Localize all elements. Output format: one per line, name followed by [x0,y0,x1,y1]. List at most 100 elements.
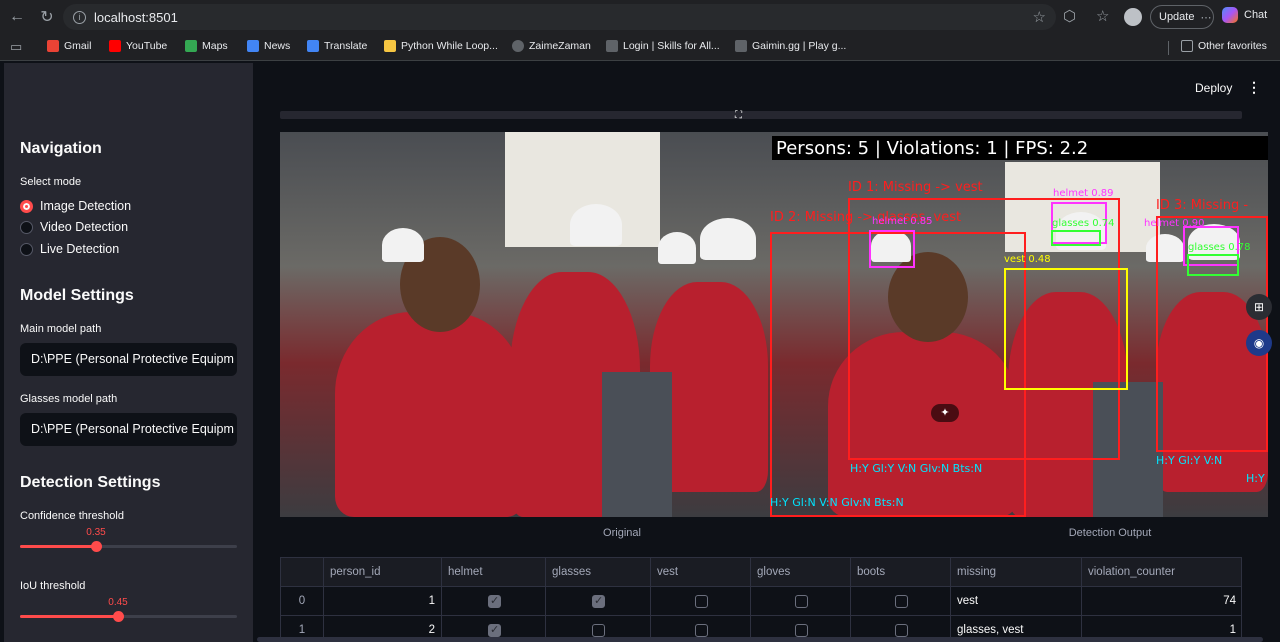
cell-vest[interactable] [651,587,751,616]
column-header-violation-counter[interactable]: violation_counter [1082,558,1241,587]
checkbox-unchecked [695,595,708,608]
iou-slider[interactable] [20,611,237,622]
column-header-boots[interactable]: boots [851,558,951,587]
detection-settings-heading: Detection Settings [20,474,161,491]
main-content: Deploy ⋮ ⛶ Persons: 5 | Violations: 1 | … [253,63,1280,642]
output-caption: Detection Output [1068,527,1152,539]
label-helmet1: helmet 0.89 [1053,188,1114,199]
deploy-button[interactable]: Deploy [1195,81,1232,95]
bookmark-translate[interactable]: Translate [307,40,367,52]
cell-glasses[interactable] [546,587,651,616]
gmail-icon [47,40,59,52]
flags-person-2: H:Y Gl:N V:N Glv:N Bts:N [770,496,904,509]
bookmark-zaimezaman[interactable]: ZaimeZaman [512,40,591,52]
checkbox-unchecked [795,624,808,637]
column-header-gloves[interactable]: gloves [751,558,851,587]
column-header-glasses[interactable]: glasses [546,558,651,587]
column-header-missing[interactable]: missing [951,558,1082,587]
bookmark-python[interactable]: Python While Loop... [384,40,498,52]
grid-icon[interactable]: ⊞ [1246,294,1272,320]
radio-live-detection[interactable]: Live Detection [20,242,119,256]
checkbox-checked [488,623,501,637]
bookmark-other-favorites[interactable]: Other favorites [1181,40,1267,52]
iou-slider-thumb[interactable] [113,611,124,622]
column-header-person-id[interactable]: person_id [324,558,442,587]
person-shape [335,312,525,517]
detection-output-image: Persons: 5 | Violations: 1 | FPS: 2.2 ID… [768,132,1268,517]
back-arrow-icon[interactable]: ← [6,6,28,28]
label-helmet2: helmet 0.90 [1144,218,1205,229]
label-glasses2: glasses 0.78 [1188,242,1251,253]
flags-person-1: H:Y Gl:Y V:N Glv:N Bts:N [850,462,983,475]
more-dots-icon: ⋯ [1200,11,1212,24]
horizontal-scrollbar[interactable] [257,637,1263,642]
confidence-threshold-label: Confidence threshold [20,510,124,522]
bookmark-skills[interactable]: Login | Skills for All... [606,40,720,52]
iou-value: 0.45 [108,597,128,608]
checkbox-unchecked [592,624,605,637]
site-info-icon[interactable]: i [73,10,86,24]
navigation-heading: Navigation [20,140,102,157]
cell-missing[interactable]: vest [951,587,1082,616]
collections-icon[interactable]: ▭ [10,39,22,55]
reload-icon[interactable]: ↻ [36,6,58,28]
translate-icon [307,40,319,52]
bookmark-star-icon[interactable]: ☆ [1033,8,1046,26]
monitor-shape [602,372,672,517]
radio-dot [20,220,33,234]
cell-person-id[interactable]: 1 [324,587,442,616]
cell-boots[interactable] [851,587,951,616]
confidence-value: 0.35 [86,527,106,538]
browser-toolbar: ← ↻ i localhost:8501 ☆ ⬡ ☆ Update ⋯ Chat [0,0,1280,34]
bookmarks-bar: ▭ Gmail YouTube Maps News Translate Pyth… [0,34,1280,61]
magic-wand-icon[interactable]: ✦ [931,404,959,422]
skills-icon [606,40,618,52]
folder-icon [1181,40,1193,52]
checkbox-checked [592,594,605,608]
news-icon [247,40,259,52]
original-image [280,132,768,517]
update-label: Update [1159,11,1195,23]
original-caption: Original [603,527,641,539]
bbox-glasses-1 [1051,230,1101,246]
checkbox-unchecked [895,595,908,608]
confidence-slider-thumb[interactable] [91,541,102,552]
copilot-logo-icon [1222,7,1238,23]
sidebar: Navigation Select mode Image Detection V… [4,63,253,642]
bookmark-gmail[interactable]: Gmail [47,40,91,52]
cell-helmet[interactable] [442,587,546,616]
update-button[interactable]: Update ⋯ [1150,5,1214,29]
column-header-vest[interactable]: vest [651,558,751,587]
confidence-slider-fill [20,545,96,548]
profile-avatar[interactable] [1124,8,1142,26]
bookmark-gaimin[interactable]: Gaimin.gg | Play g... [735,40,846,52]
bbox-vest-1 [1004,268,1128,390]
radio-video-detection[interactable]: Video Detection [20,220,128,234]
radio-image-detection[interactable]: Image Detection [20,199,131,213]
cell-gloves[interactable] [751,587,851,616]
bookmark-news[interactable]: News [247,40,290,52]
bookmarks-divider [1168,41,1169,55]
main-model-path-input[interactable]: D:\PPE (Personal Protective Equipm [20,343,237,376]
fullscreen-icon[interactable]: ⛶ [735,110,742,121]
extensions-icon[interactable]: ⬡ [1063,7,1076,25]
python-icon [384,40,396,52]
assistant-icon[interactable]: ◉ [1246,330,1272,356]
bookmark-maps[interactable]: Maps [185,40,228,52]
favorites-icon[interactable]: ☆ [1096,7,1109,25]
helmet-shape [658,232,696,264]
helmet-shape [570,204,622,246]
main-menu-icon[interactable]: ⋮ [1247,79,1261,96]
confidence-slider[interactable] [20,541,237,552]
iou-slider-fill [20,615,118,618]
bookmark-youtube[interactable]: YouTube [109,40,167,52]
address-bar[interactable]: i localhost:8501 ☆ [63,4,1056,30]
url-text: localhost:8501 [94,9,178,25]
results-table[interactable]: person_id helmet glasses vest gloves boo… [280,557,1242,642]
column-header-helmet[interactable]: helmet [442,558,546,587]
iou-threshold-label: IoU threshold [20,580,86,592]
stats-overlay: Persons: 5 | Violations: 1 | FPS: 2.2 [772,136,1268,160]
glasses-model-path-input[interactable]: D:\PPE (Personal Protective Equipm [20,413,237,446]
cell-violation-counter[interactable]: 74 [1082,587,1241,616]
chat-button[interactable]: Chat [1222,7,1267,23]
